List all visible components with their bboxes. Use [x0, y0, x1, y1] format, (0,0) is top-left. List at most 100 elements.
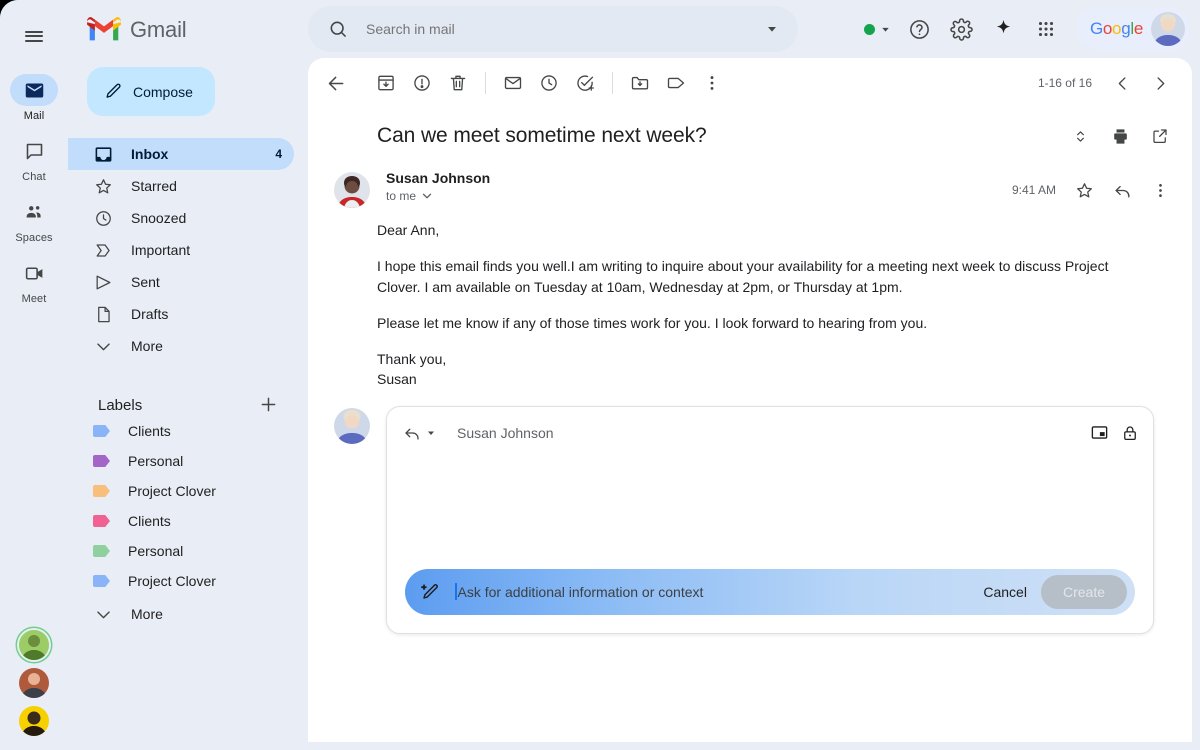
rail-label-mail: Mail: [23, 110, 45, 122]
email-toolbar: 1-16 of 16: [308, 58, 1192, 108]
pencil-icon: [104, 82, 123, 101]
reply-recipient[interactable]: Susan Johnson: [457, 425, 1082, 441]
help-icon[interactable]: [900, 9, 940, 49]
labels-header: Labels: [98, 394, 280, 416]
sender-info: Susan Johnson to me: [386, 170, 1012, 203]
more-vertical-icon[interactable]: [694, 65, 730, 101]
add-to-tasks-icon[interactable]: [567, 65, 603, 101]
status-dot-active[interactable]: [854, 23, 898, 36]
lock-icon[interactable]: [1121, 424, 1139, 442]
sidebar-nav: Gmail Compose Inbox 4 Starred Snoozed Im…: [68, 0, 308, 750]
brand[interactable]: Gmail: [68, 0, 308, 60]
sender-avatar[interactable]: [334, 172, 370, 208]
gemini-help-me-write-bar: Ask for additional information or contex…: [405, 568, 1135, 615]
sidebar-item-snoozed[interactable]: Snoozed: [68, 202, 294, 234]
draft-icon: [93, 304, 113, 324]
more-vertical-icon[interactable]: [1142, 172, 1178, 208]
star-icon[interactable]: [1066, 172, 1102, 208]
clock-icon: [93, 208, 113, 228]
snooze-clock-icon[interactable]: [531, 65, 567, 101]
recipient-text: to me: [386, 189, 417, 203]
contact-avatar-list: [0, 630, 68, 736]
label-item-project-clover-orange[interactable]: Project Clover: [68, 476, 308, 506]
apps-grid-icon[interactable]: [1026, 9, 1066, 49]
labels-more-label: More: [131, 606, 163, 622]
contact-avatar-2[interactable]: [19, 668, 49, 698]
sidebar-label-snoozed: Snoozed: [131, 210, 187, 226]
sidebar-item-important[interactable]: Important: [68, 234, 294, 266]
rail-item-mail[interactable]: Mail: [0, 74, 68, 122]
sidebar-item-drafts[interactable]: Drafts: [68, 298, 294, 330]
chat-icon: [10, 135, 58, 167]
sparkle-icon[interactable]: [984, 9, 1024, 49]
back-arrow-icon[interactable]: [318, 65, 354, 101]
expand-collapse-icon[interactable]: [1062, 118, 1098, 154]
email-body-signoff: Susan: [377, 371, 417, 388]
search-options-chevron-down-icon[interactable]: [764, 21, 780, 37]
email-body-closing: Thank you,: [377, 351, 447, 368]
mail-icon: [10, 74, 58, 106]
search-icon: [328, 19, 348, 39]
reply-icon[interactable]: [1104, 172, 1140, 208]
sidebar-item-sent[interactable]: Sent: [68, 266, 294, 298]
hamburger-menu-icon[interactable]: [16, 18, 52, 54]
google-account-chip[interactable]: Google: [1075, 8, 1190, 50]
open-in-new-icon[interactable]: [1142, 118, 1178, 154]
plus-icon[interactable]: [258, 394, 280, 416]
chevron-left-icon[interactable]: [1104, 65, 1140, 101]
archive-icon[interactable]: [368, 65, 404, 101]
top-bar-actions: Google: [854, 8, 1200, 50]
sidebar-label-sent: Sent: [131, 274, 160, 290]
create-button[interactable]: Create: [1040, 574, 1127, 609]
gear-icon[interactable]: [942, 9, 982, 49]
label-text: Clients: [128, 423, 171, 439]
cancel-button[interactable]: Cancel: [969, 584, 1041, 600]
sidebar-item-more[interactable]: More: [68, 330, 294, 362]
recipient-line[interactable]: to me: [386, 189, 1012, 203]
rail-item-list: Mail Chat Spaces Meet: [0, 74, 68, 318]
label-item-personal-green[interactable]: Personal: [68, 536, 308, 566]
label-item-clients-blue[interactable]: Clients: [68, 416, 308, 446]
label-text: Personal: [128, 543, 184, 559]
gmail-app-window: Mail Chat Spaces Meet Gmail Compose Inbo…: [0, 0, 1200, 750]
compose-label: Compose: [133, 83, 193, 100]
label-item-clients-pink[interactable]: Clients: [68, 506, 308, 536]
compose-button[interactable]: Compose: [87, 67, 215, 116]
sidebar-item-starred[interactable]: Starred: [68, 170, 294, 202]
email-body-paragraph-2: I hope this email finds you well.I am wr…: [377, 258, 1109, 295]
important-icon: [93, 240, 113, 260]
label-item-personal-purple[interactable]: Personal: [68, 446, 308, 476]
rail-item-chat[interactable]: Chat: [0, 135, 68, 183]
rail-item-spaces[interactable]: Spaces: [0, 196, 68, 244]
google-wordmark: Google: [1089, 19, 1143, 38]
inbox-unread-count: 4: [275, 147, 282, 161]
contact-avatar-3[interactable]: [19, 706, 49, 736]
gemini-placeholder: Ask for additional information or contex…: [457, 583, 704, 600]
contact-avatar-1[interactable]: [19, 630, 49, 660]
label-item-project-clover-blue[interactable]: Project Clover: [68, 566, 308, 596]
trash-icon[interactable]: [440, 65, 476, 101]
pagination-count: 1-16 of 16: [1037, 76, 1092, 90]
email-reading-panel: 1-16 of 16 Can we meet sometime next wee…: [308, 58, 1192, 742]
move-to-folder-icon[interactable]: [622, 65, 658, 101]
user-avatar[interactable]: [334, 407, 370, 444]
labels-more-button[interactable]: More: [68, 598, 308, 630]
label-tag-icon[interactable]: [658, 65, 694, 101]
chevron-right-icon[interactable]: [1142, 65, 1178, 101]
meet-icon: [10, 257, 58, 289]
label-text: Project Clover: [128, 483, 216, 499]
search-input[interactable]: [366, 21, 764, 37]
reply-mode-selector[interactable]: [403, 424, 437, 442]
label-color-chip: [93, 485, 110, 497]
print-icon[interactable]: [1102, 118, 1138, 154]
gemini-prompt-input[interactable]: Ask for additional information or contex…: [455, 583, 969, 601]
sidebar-item-inbox[interactable]: Inbox 4: [68, 138, 294, 170]
mark-unread-icon[interactable]: [495, 65, 531, 101]
search-bar[interactable]: [308, 6, 798, 52]
rail-item-meet[interactable]: Meet: [0, 257, 68, 305]
pop-out-icon[interactable]: [1090, 423, 1109, 442]
report-spam-icon[interactable]: [404, 65, 440, 101]
user-avatar[interactable]: [1151, 12, 1185, 46]
magic-pen-icon: [419, 581, 441, 603]
reply-box: Susan Johnson Ask for additional informa…: [386, 405, 1154, 634]
